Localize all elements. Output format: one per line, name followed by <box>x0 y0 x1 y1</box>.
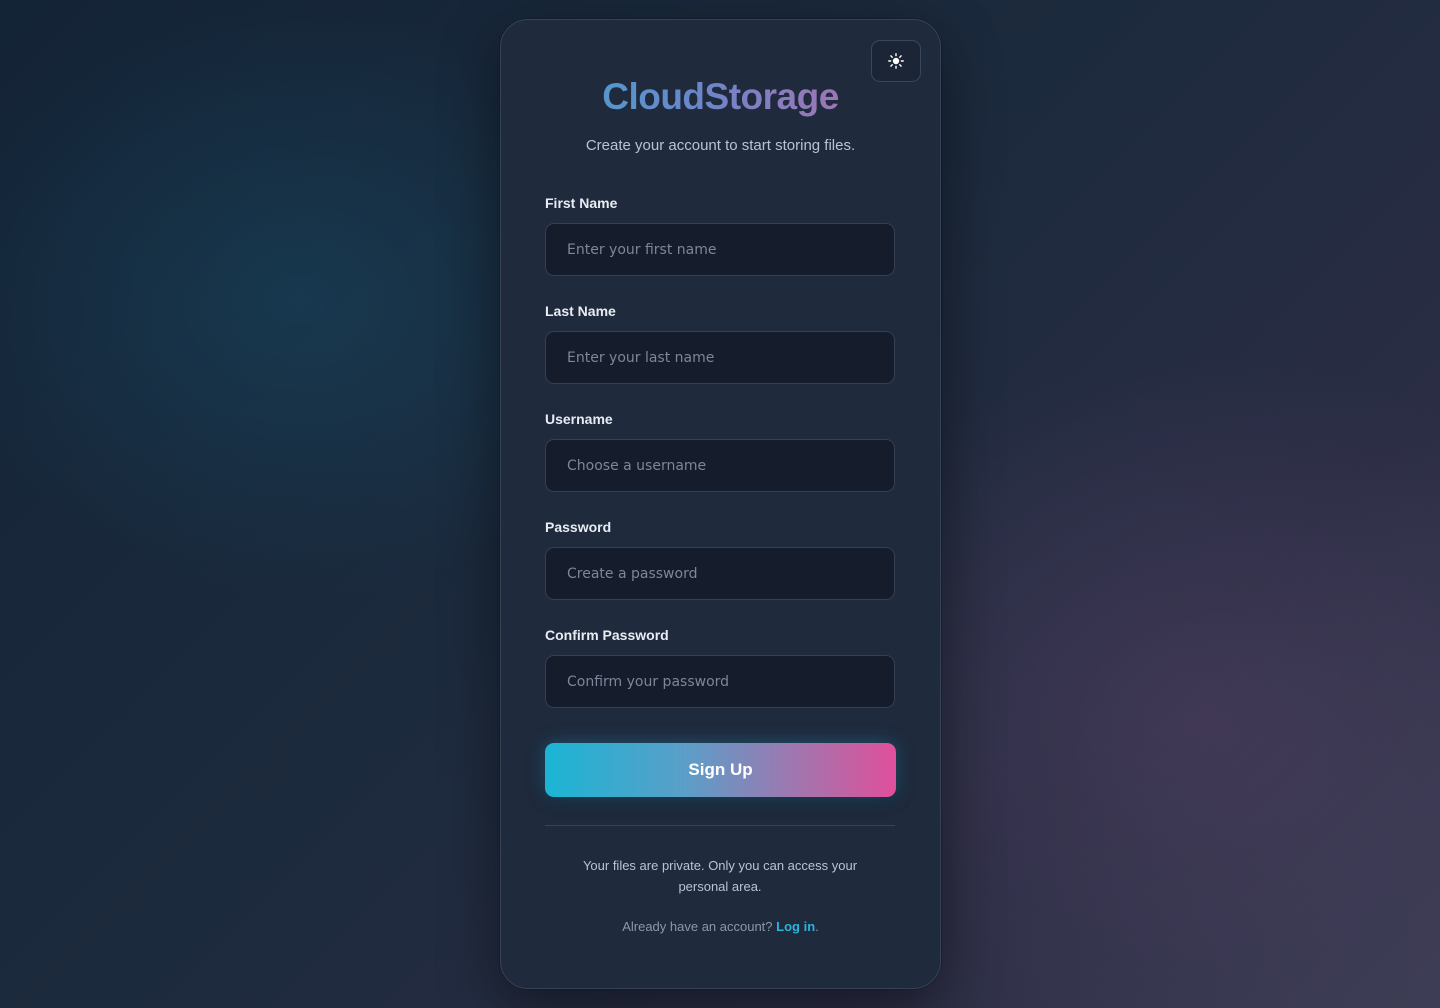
first-name-input[interactable] <box>545 223 895 276</box>
login-prompt-line: Already have an account? Log in. <box>501 919 940 934</box>
confirm-password-label: Confirm Password <box>545 627 669 643</box>
last-name-label: Last Name <box>545 303 616 319</box>
login-prompt-text: Already have an account? <box>622 919 773 934</box>
privacy-note: Your files are private. Only you can acc… <box>582 858 858 894</box>
sun-icon <box>888 53 904 69</box>
login-suffix: . <box>815 919 819 934</box>
username-input[interactable] <box>545 439 895 492</box>
divider <box>545 825 895 826</box>
sign-up-button[interactable]: Sign Up <box>545 743 896 797</box>
confirm-password-input[interactable] <box>545 655 895 708</box>
signup-card: CloudStorage Create your account to star… <box>500 19 941 989</box>
login-link[interactable]: Log in <box>776 919 815 934</box>
username-label: Username <box>545 411 613 427</box>
password-input[interactable] <box>545 547 895 600</box>
brand-title: CloudStorage <box>501 76 940 118</box>
last-name-input[interactable] <box>545 331 895 384</box>
password-label: Password <box>545 519 612 535</box>
page-subtitle: Create your account to start storing fil… <box>585 137 856 154</box>
first-name-label: First Name <box>545 195 618 211</box>
